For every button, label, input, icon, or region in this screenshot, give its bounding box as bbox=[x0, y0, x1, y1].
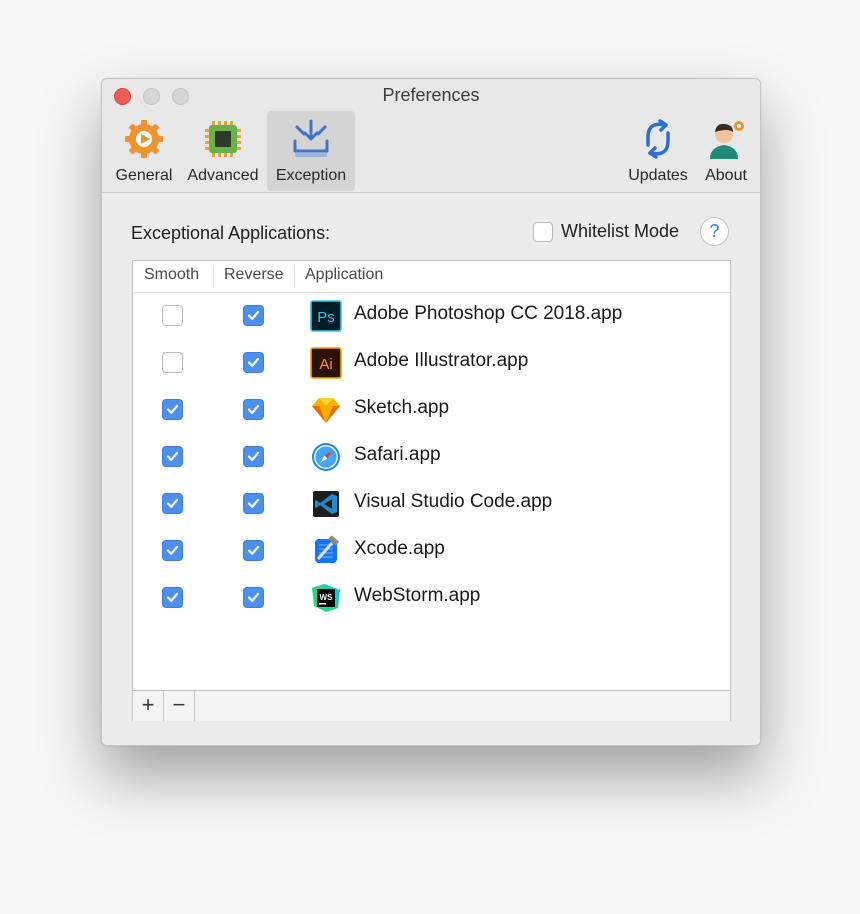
whitelist-mode-checkbox[interactable] bbox=[533, 222, 553, 242]
application-name: Adobe Photoshop CC 2018.app bbox=[354, 303, 623, 324]
xcode-icon bbox=[310, 535, 342, 567]
svg-text:Ai: Ai bbox=[319, 356, 332, 373]
reverse-checkbox[interactable] bbox=[243, 305, 264, 326]
toolbar-label-general: General bbox=[115, 167, 173, 184]
toolbar-item-exception[interactable]: Exception bbox=[267, 111, 355, 191]
illustrator-icon: Ai bbox=[310, 347, 342, 379]
exceptions-table: Smooth Reverse Application Ps Adobe Photo… bbox=[132, 260, 731, 721]
photoshop-icon: Ps bbox=[310, 300, 342, 332]
column-divider[interactable] bbox=[213, 265, 214, 288]
application-name: Visual Studio Code.app bbox=[354, 491, 553, 512]
application-name: Safari.app bbox=[354, 444, 441, 465]
table-row[interactable]: Sketch.app bbox=[133, 387, 730, 434]
toolbar-label-about: About bbox=[705, 167, 747, 184]
advanced-icon bbox=[205, 121, 241, 157]
table-row[interactable]: WS WebStorm.app bbox=[133, 575, 730, 622]
column-header-smooth[interactable]: Smooth bbox=[144, 266, 199, 284]
toolbar-item-updates[interactable]: Updates bbox=[622, 111, 694, 191]
safari-icon bbox=[310, 441, 342, 473]
svg-text:WS: WS bbox=[320, 593, 334, 602]
table-header: Smooth Reverse Application bbox=[133, 261, 730, 293]
application-name: Xcode.app bbox=[354, 538, 445, 559]
reverse-checkbox[interactable] bbox=[243, 540, 264, 561]
titlebar: Preferences General Advanced Exception U… bbox=[102, 79, 760, 193]
toolbar-label-updates: Updates bbox=[628, 167, 688, 184]
smooth-checkbox[interactable] bbox=[162, 305, 183, 326]
toolbar-item-advanced[interactable]: Advanced bbox=[182, 111, 264, 191]
exception-icon bbox=[293, 119, 329, 157]
whitelist-mode-label: Whitelist Mode bbox=[561, 221, 680, 241]
vscode-icon bbox=[310, 488, 342, 520]
preferences-window: Preferences General Advanced Exception U… bbox=[101, 78, 761, 746]
smooth-checkbox[interactable] bbox=[162, 587, 183, 608]
table-row[interactable]: Safari.app bbox=[133, 434, 730, 481]
table-footer: + − bbox=[133, 690, 730, 721]
smooth-checkbox[interactable] bbox=[162, 352, 183, 373]
application-name: Adobe Illustrator.app bbox=[354, 350, 529, 371]
reverse-checkbox[interactable] bbox=[243, 399, 264, 420]
toolbar-item-about[interactable]: About bbox=[698, 111, 754, 191]
window-title: Preferences bbox=[382, 85, 480, 105]
smooth-checkbox[interactable] bbox=[162, 540, 183, 561]
smooth-checkbox[interactable] bbox=[162, 493, 183, 514]
smooth-checkbox[interactable] bbox=[162, 446, 183, 467]
help-button[interactable]: ? bbox=[700, 217, 729, 246]
general-icon bbox=[125, 120, 163, 158]
svg-text:Ps: Ps bbox=[317, 309, 335, 326]
toolbar-label-advanced: Advanced bbox=[187, 167, 259, 184]
add-application-button[interactable]: + bbox=[133, 691, 164, 721]
column-header-application[interactable]: Application bbox=[305, 266, 383, 284]
sketch-icon bbox=[310, 394, 342, 426]
table-row[interactable]: Visual Studio Code.app bbox=[133, 481, 730, 528]
table-row[interactable]: Xcode.app bbox=[133, 528, 730, 575]
about-icon bbox=[710, 121, 744, 159]
reverse-checkbox[interactable] bbox=[243, 493, 264, 514]
remove-application-button[interactable]: − bbox=[164, 691, 195, 721]
application-name: Sketch.app bbox=[354, 397, 450, 418]
reverse-checkbox[interactable] bbox=[243, 587, 264, 608]
updates-icon bbox=[646, 119, 670, 159]
toolbar-label-exception: Exception bbox=[275, 167, 347, 184]
toolbar-item-general[interactable]: General bbox=[110, 111, 178, 191]
webstorm-icon: WS bbox=[310, 582, 342, 614]
reverse-checkbox[interactable] bbox=[243, 352, 264, 373]
exceptional-applications-label: Exceptional Applications: bbox=[131, 223, 331, 243]
column-divider[interactable] bbox=[294, 265, 295, 288]
column-header-reverse[interactable]: Reverse bbox=[224, 266, 284, 284]
application-name: WebStorm.app bbox=[354, 585, 481, 606]
table-row[interactable]: Ps Adobe Photoshop CC 2018.app bbox=[133, 293, 730, 340]
reverse-checkbox[interactable] bbox=[243, 446, 264, 467]
table-row[interactable]: Ai Adobe Illustrator.app bbox=[133, 340, 730, 387]
smooth-checkbox[interactable] bbox=[162, 399, 183, 420]
